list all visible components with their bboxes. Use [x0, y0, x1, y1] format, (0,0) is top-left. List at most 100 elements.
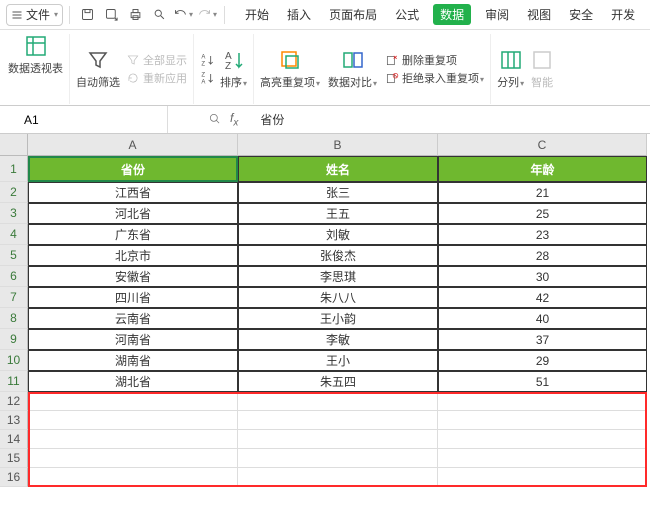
smart-button[interactable]: 智能: [530, 48, 554, 90]
cell[interactable]: 河北省: [28, 203, 238, 224]
tab-formula[interactable]: 公式: [391, 4, 423, 25]
row-header[interactable]: 4: [0, 224, 28, 245]
print-button[interactable]: [124, 4, 146, 26]
fx-icon[interactable]: fx: [230, 111, 238, 128]
cell[interactable]: 25: [438, 203, 647, 224]
row-header[interactable]: 10: [0, 350, 28, 371]
cell[interactable]: 李思琪: [238, 266, 438, 287]
cell[interactable]: [238, 430, 438, 449]
data-compare-button[interactable]: 数据对比▾: [328, 48, 377, 90]
cell[interactable]: [438, 468, 647, 487]
redo-button[interactable]: ▾: [196, 4, 218, 26]
spreadsheet[interactable]: ABC12345678910111213141516省份姓名年龄江西省张三21河…: [0, 134, 650, 487]
row-header[interactable]: 7: [0, 287, 28, 308]
autofilter-button[interactable]: 自动筛选: [76, 48, 120, 90]
tab-security[interactable]: 安全: [565, 4, 597, 25]
cell[interactable]: 云南省: [28, 308, 238, 329]
col-header[interactable]: C: [438, 134, 647, 156]
cell[interactable]: 湖北省: [28, 371, 238, 392]
cell[interactable]: 广东省: [28, 224, 238, 245]
cell[interactable]: [438, 430, 647, 449]
cell[interactable]: 28: [438, 245, 647, 266]
cell[interactable]: 29: [438, 350, 647, 371]
cell[interactable]: [438, 449, 647, 468]
cell[interactable]: 朱五四: [238, 371, 438, 392]
row-header[interactable]: 11: [0, 371, 28, 392]
reject-dup-button[interactable]: 拒绝录入重复项▾: [385, 70, 484, 86]
cell[interactable]: 湖南省: [28, 350, 238, 371]
cell[interactable]: 王五: [238, 203, 438, 224]
cell[interactable]: 王小: [238, 350, 438, 371]
cell[interactable]: 省份: [28, 156, 238, 182]
cell[interactable]: 40: [438, 308, 647, 329]
print-preview-button[interactable]: [148, 4, 170, 26]
cell[interactable]: 51: [438, 371, 647, 392]
cell[interactable]: 四川省: [28, 287, 238, 308]
col-header[interactable]: B: [238, 134, 438, 156]
tab-page-layout[interactable]: 页面布局: [325, 4, 381, 25]
formula-input[interactable]: 省份: [246, 111, 284, 128]
cell[interactable]: 姓名: [238, 156, 438, 182]
tab-review[interactable]: 审阅: [481, 4, 513, 25]
cell[interactable]: [28, 411, 238, 430]
save-as-button[interactable]: [100, 4, 122, 26]
cell[interactable]: 30: [438, 266, 647, 287]
cell[interactable]: 安徽省: [28, 266, 238, 287]
name-box-input[interactable]: [24, 113, 124, 127]
show-all-button[interactable]: 全部显示: [126, 52, 187, 68]
cell[interactable]: 张三: [238, 182, 438, 203]
cell[interactable]: [438, 411, 647, 430]
cell[interactable]: 江西省: [28, 182, 238, 203]
row-header[interactable]: 8: [0, 308, 28, 329]
reapply-button[interactable]: 重新应用: [126, 70, 187, 86]
row-header[interactable]: 6: [0, 266, 28, 287]
row-header[interactable]: 16: [0, 468, 28, 487]
pivot-table-button[interactable]: 数据透视表: [8, 34, 63, 76]
cell[interactable]: 李敏: [238, 329, 438, 350]
row-header[interactable]: 9: [0, 329, 28, 350]
row-header[interactable]: 12: [0, 392, 28, 411]
row-header[interactable]: 1: [0, 156, 28, 182]
cell[interactable]: [28, 449, 238, 468]
cell[interactable]: 张俊杰: [238, 245, 438, 266]
cell[interactable]: 河南省: [28, 329, 238, 350]
cell[interactable]: [28, 468, 238, 487]
cell[interactable]: 23: [438, 224, 647, 245]
save-button[interactable]: [76, 4, 98, 26]
cell[interactable]: 北京市: [28, 245, 238, 266]
del-dup-button[interactable]: 删除重复项: [385, 52, 484, 68]
cell[interactable]: [238, 392, 438, 411]
row-header[interactable]: 5: [0, 245, 28, 266]
file-menu[interactable]: 文件 ▾: [6, 4, 63, 26]
row-header[interactable]: 14: [0, 430, 28, 449]
tab-developer[interactable]: 开发: [607, 4, 639, 25]
tab-home[interactable]: 开始: [241, 4, 273, 25]
row-header[interactable]: 3: [0, 203, 28, 224]
cell[interactable]: 王小韵: [238, 308, 438, 329]
cell[interactable]: [238, 411, 438, 430]
sort-button[interactable]: AZ 排序▾: [220, 48, 247, 90]
zoom-icon[interactable]: [208, 112, 222, 126]
select-all-corner[interactable]: [0, 134, 28, 156]
highlight-dup-button[interactable]: 高亮重复项▾: [260, 48, 320, 90]
undo-button[interactable]: ▾: [172, 4, 194, 26]
tab-insert[interactable]: 插入: [283, 4, 315, 25]
cell[interactable]: [238, 468, 438, 487]
cell[interactable]: 21: [438, 182, 647, 203]
col-header[interactable]: A: [28, 134, 238, 156]
cell[interactable]: 年龄: [438, 156, 647, 182]
cell[interactable]: 刘敏: [238, 224, 438, 245]
row-header[interactable]: 15: [0, 449, 28, 468]
cell[interactable]: [438, 392, 647, 411]
cell[interactable]: 42: [438, 287, 647, 308]
cell[interactable]: [28, 430, 238, 449]
row-header[interactable]: 2: [0, 182, 28, 203]
name-box[interactable]: [0, 106, 168, 133]
sort-asc-button[interactable]: AZ: [200, 52, 216, 68]
cell[interactable]: 朱八八: [238, 287, 438, 308]
sort-desc-button[interactable]: ZA: [200, 70, 216, 86]
tab-data[interactable]: 数据: [433, 4, 471, 25]
text-to-columns-button[interactable]: 分列▾: [497, 48, 524, 90]
row-header[interactable]: 13: [0, 411, 28, 430]
cell[interactable]: [28, 392, 238, 411]
